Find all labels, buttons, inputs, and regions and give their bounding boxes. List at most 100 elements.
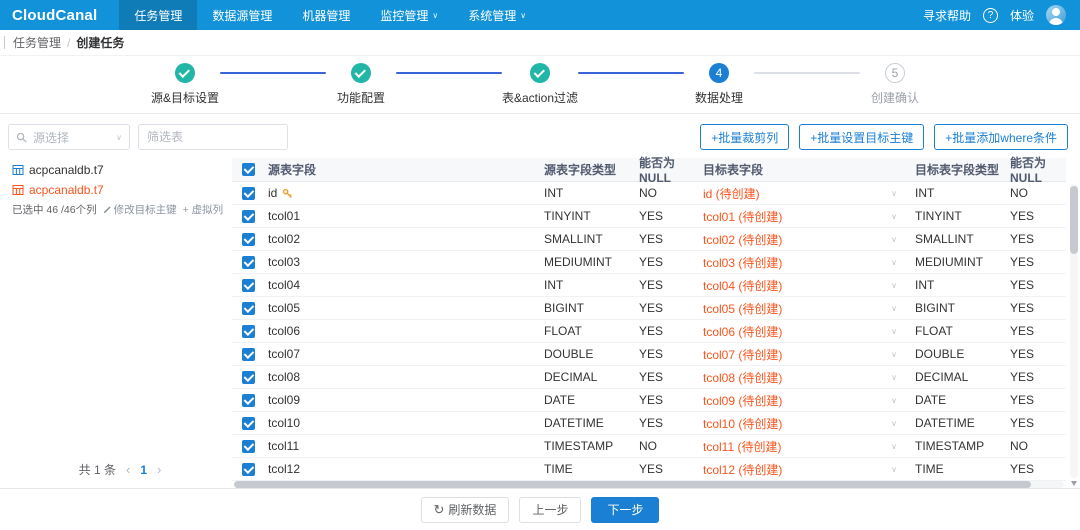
step-connector bbox=[396, 72, 502, 74]
target-field-select[interactable]: tcol04 (待创建) ∨ bbox=[703, 277, 915, 294]
source-nullable: YES bbox=[639, 462, 703, 476]
vertical-scrollbar[interactable] bbox=[1070, 184, 1078, 478]
help-link[interactable]: 寻求帮助 bbox=[923, 7, 971, 24]
table-row: tcol06 FLOAT YES tcol06 (待创建) ∨ FLOAT YE… bbox=[232, 320, 1066, 343]
pagination-prev-icon[interactable]: ‹ bbox=[126, 462, 130, 477]
source-field-type: DATETIME bbox=[544, 416, 639, 430]
target-field-name: tcol07 (待创建) bbox=[703, 346, 782, 363]
row-checkbox[interactable] bbox=[242, 371, 255, 384]
nav-item-task-management[interactable]: 任务管理 bbox=[119, 0, 197, 30]
row-checkbox[interactable] bbox=[242, 417, 255, 430]
tree-item-source-table[interactable]: acpcanaldb.t7 bbox=[12, 163, 228, 177]
tree-item-target-table[interactable]: acpcanaldb.t7 bbox=[12, 183, 228, 197]
target-field-select[interactable]: tcol06 (待创建) ∨ bbox=[703, 323, 915, 340]
source-field-cell: tcol08 bbox=[264, 370, 544, 384]
target-field-select[interactable]: tcol05 (待创建) ∨ bbox=[703, 300, 915, 317]
chevron-down-icon[interactable]: ∨ bbox=[891, 373, 897, 382]
chevron-down-icon[interactable]: ∨ bbox=[891, 442, 897, 451]
target-field-name: tcol09 (待创建) bbox=[703, 392, 782, 409]
previous-step-button[interactable]: 上一步 bbox=[519, 497, 581, 523]
source-nullable: YES bbox=[639, 347, 703, 361]
batch-trim-columns-button[interactable]: +批量裁剪列 bbox=[700, 124, 789, 150]
row-checkbox[interactable] bbox=[242, 348, 255, 361]
horizontal-scrollbar[interactable] bbox=[234, 481, 1064, 488]
source-field-type: TINYINT bbox=[544, 209, 639, 223]
target-field-select[interactable]: id (待创建) ∨ bbox=[703, 185, 915, 202]
target-field-select[interactable]: tcol10 (待创建) ∨ bbox=[703, 415, 915, 432]
row-checkbox-cell bbox=[232, 348, 264, 361]
select-all-checkbox[interactable] bbox=[242, 163, 255, 176]
row-checkbox[interactable] bbox=[242, 210, 255, 223]
target-field-select[interactable]: tcol12 (待创建) ∨ bbox=[703, 461, 915, 478]
source-field-type: INT bbox=[544, 186, 639, 200]
row-checkbox[interactable] bbox=[242, 440, 255, 453]
row-checkbox[interactable] bbox=[242, 463, 255, 476]
nav-item-datasource-management[interactable]: 数据源管理 bbox=[197, 0, 287, 30]
row-checkbox[interactable] bbox=[242, 325, 255, 338]
nav-item-machine-management[interactable]: 机器管理 bbox=[287, 0, 365, 30]
chevron-down-icon[interactable]: ∨ bbox=[891, 350, 897, 359]
source-field-name: tcol08 bbox=[268, 370, 300, 384]
source-table-name: acpcanaldb.t7 bbox=[29, 163, 104, 177]
table-filter-input[interactable] bbox=[138, 124, 288, 150]
chevron-down-icon[interactable]: ∨ bbox=[891, 304, 897, 313]
target-field-select[interactable]: tcol01 (待创建) ∨ bbox=[703, 208, 915, 225]
row-checkbox-cell bbox=[232, 256, 264, 269]
chevron-down-icon[interactable]: ∨ bbox=[891, 465, 897, 474]
row-checkbox[interactable] bbox=[242, 233, 255, 246]
edit-target-pk-link[interactable]: 修改目标主键 bbox=[103, 202, 177, 217]
breadcrumb-section[interactable]: 任务管理 bbox=[13, 34, 61, 51]
target-field-select[interactable]: tcol02 (待创建) ∨ bbox=[703, 231, 915, 248]
source-select[interactable]: 源选择 ∨ bbox=[8, 124, 130, 150]
header-target-nullable: 能否为NULL bbox=[1010, 154, 1066, 185]
next-step-button[interactable]: 下一步 bbox=[591, 497, 659, 523]
chevron-down-icon[interactable]: ∨ bbox=[891, 419, 897, 428]
row-checkbox[interactable] bbox=[242, 394, 255, 407]
chevron-down-icon[interactable]: ∨ bbox=[891, 235, 897, 244]
target-field-select[interactable]: tcol07 (待创建) ∨ bbox=[703, 346, 915, 363]
chevron-down-icon[interactable]: ∨ bbox=[891, 281, 897, 290]
chevron-down-icon[interactable]: ∨ bbox=[891, 327, 897, 336]
row-checkbox[interactable] bbox=[242, 187, 255, 200]
chevron-down-icon: ∨ bbox=[432, 11, 438, 20]
chevron-down-icon[interactable]: ∨ bbox=[891, 189, 897, 198]
target-nullable: YES bbox=[1010, 255, 1066, 269]
virtual-column-link[interactable]: + 虚拟列 bbox=[183, 202, 224, 217]
avatar[interactable] bbox=[1046, 5, 1066, 25]
target-nullable: YES bbox=[1010, 347, 1066, 361]
vertical-scrollbar-thumb[interactable] bbox=[1070, 186, 1078, 254]
scroll-down-icon[interactable] bbox=[1071, 481, 1077, 486]
batch-add-where-button[interactable]: +批量添加where条件 bbox=[934, 124, 1068, 150]
target-nullable: YES bbox=[1010, 278, 1066, 292]
table-row: id INT NO id (待创建) ∨ INT NO bbox=[232, 182, 1066, 205]
target-field-type: INT bbox=[915, 278, 1010, 292]
target-field-select[interactable]: tcol09 (待创建) ∨ bbox=[703, 392, 915, 409]
batch-set-target-pk-button[interactable]: +批量设置目标主键 bbox=[799, 124, 924, 150]
target-field-select[interactable]: tcol03 (待创建) ∨ bbox=[703, 254, 915, 271]
nav-item-label: 系统管理 bbox=[468, 7, 516, 24]
source-field-type: SMALLINT bbox=[544, 232, 639, 246]
row-checkbox[interactable] bbox=[242, 279, 255, 292]
chevron-down-icon[interactable]: ∨ bbox=[891, 396, 897, 405]
source-nullable: YES bbox=[639, 324, 703, 338]
nav-item-system-management[interactable]: 系统管理 ∨ bbox=[453, 0, 541, 30]
brand-logo[interactable]: CloudCanal bbox=[12, 7, 97, 24]
row-checkbox[interactable] bbox=[242, 302, 255, 315]
trial-link[interactable]: 体验 bbox=[1010, 7, 1034, 24]
target-field-type: TIMESTAMP bbox=[915, 439, 1010, 453]
table-body: id INT NO id (待创建) ∨ INT NO tcol01 TINYI… bbox=[232, 182, 1066, 481]
step-label: 功能配置 bbox=[337, 89, 385, 106]
question-icon[interactable]: ? bbox=[983, 8, 998, 23]
target-field-select[interactable]: tcol08 (待创建) ∨ bbox=[703, 369, 915, 386]
nav-item-monitor-management[interactable]: 监控管理 ∨ bbox=[365, 0, 453, 30]
pagination-page-1[interactable]: 1 bbox=[140, 463, 147, 477]
pagination-next-icon[interactable]: › bbox=[157, 462, 161, 477]
horizontal-scrollbar-thumb[interactable] bbox=[234, 481, 1031, 488]
chevron-down-icon[interactable]: ∨ bbox=[891, 258, 897, 267]
chevron-down-icon[interactable]: ∨ bbox=[891, 212, 897, 221]
source-field-cell: id bbox=[264, 186, 544, 200]
refresh-data-button[interactable]: ↻ 刷新数据 bbox=[421, 497, 510, 523]
table-tree-panel: acpcanaldb.t7 acpcanaldb.t7 已选中 46 /46个列… bbox=[8, 158, 232, 488]
target-field-select[interactable]: tcol11 (待创建) ∨ bbox=[703, 438, 915, 455]
row-checkbox[interactable] bbox=[242, 256, 255, 269]
